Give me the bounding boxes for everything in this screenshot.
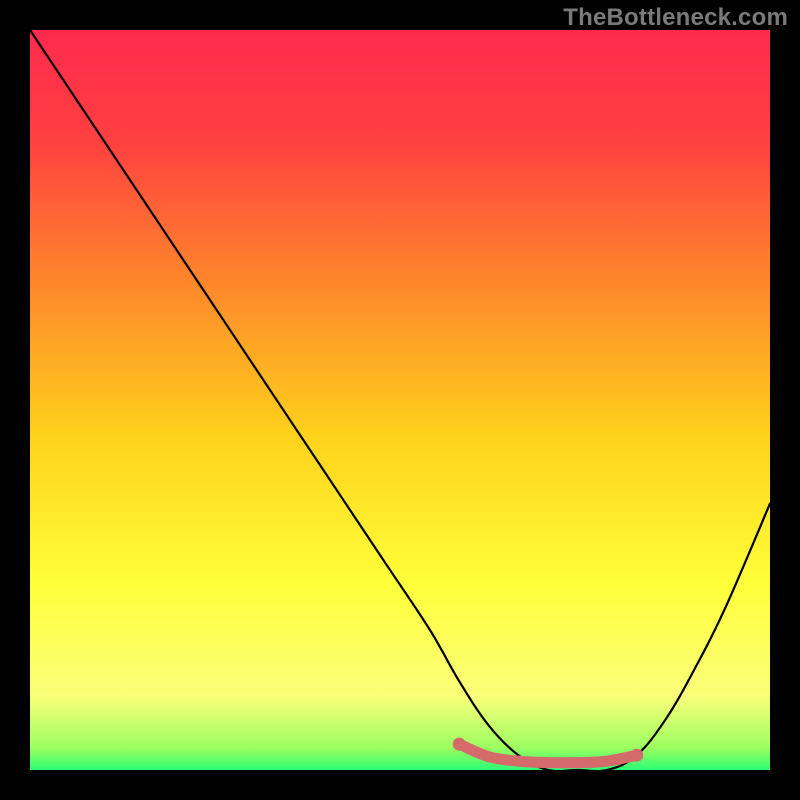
watermark-text: TheBottleneck.com bbox=[563, 4, 788, 32]
series-sweet-spot-endpoint bbox=[453, 738, 466, 751]
plot-area bbox=[30, 30, 770, 770]
series-sweet-spot-endpoint bbox=[630, 749, 643, 762]
gradient-background bbox=[30, 30, 770, 770]
chart-svg bbox=[30, 30, 770, 770]
chart-frame: TheBottleneck.com bbox=[0, 0, 800, 800]
